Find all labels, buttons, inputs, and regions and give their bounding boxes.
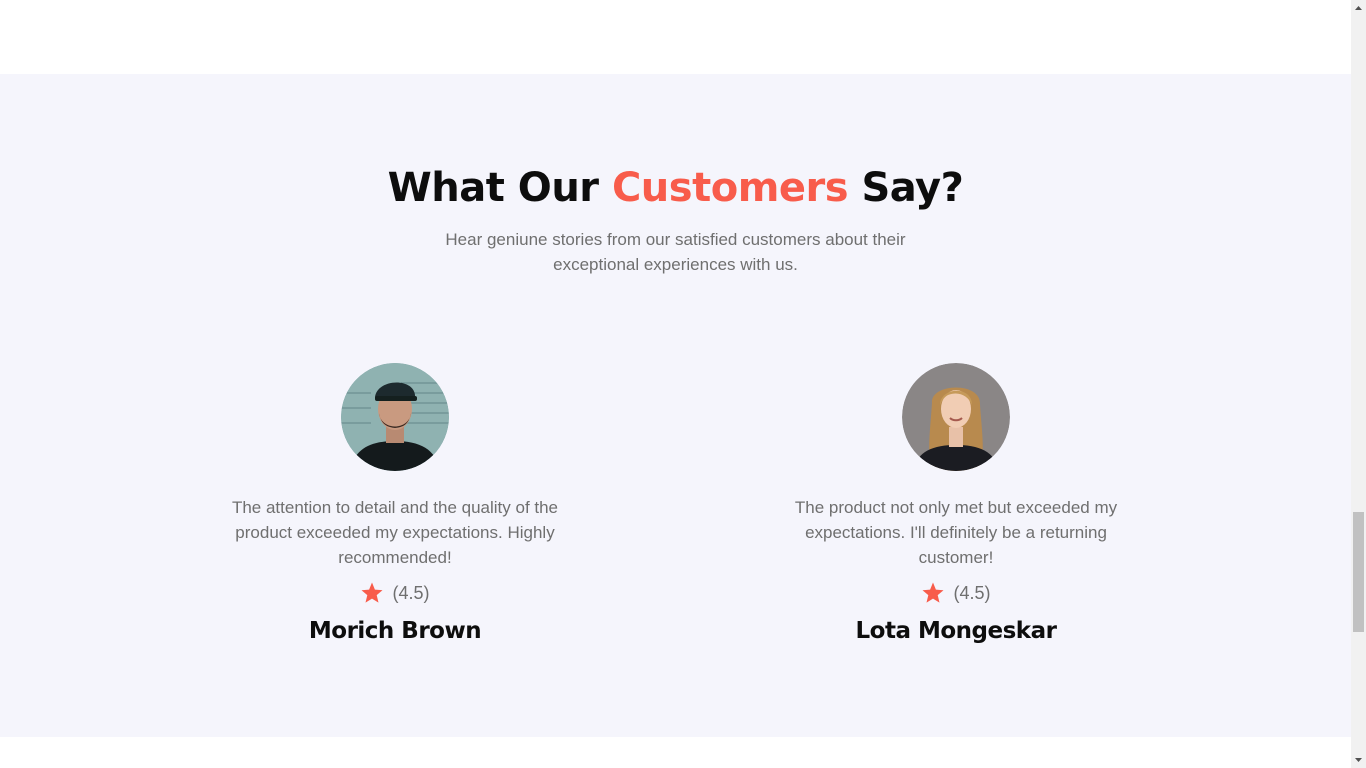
rating: (4.5) bbox=[215, 580, 575, 606]
page: What Our Customers Say? Hear geniune sto… bbox=[0, 0, 1351, 768]
section-subtitle: Hear geniune stories from our satisfied … bbox=[445, 230, 906, 274]
heading-accent-text: Customers bbox=[611, 165, 849, 211]
testimonial-quote: The attention to detail and the quality … bbox=[231, 498, 559, 567]
testimonial-card: The attention to detail and the quality … bbox=[215, 363, 575, 644]
rating-value: (4.5) bbox=[392, 582, 430, 603]
rating: (4.5) bbox=[776, 580, 1136, 606]
scrollbar-thumb[interactable] bbox=[1353, 512, 1364, 632]
section-heading: What Our Customers Say? bbox=[0, 164, 1351, 212]
vertical-scrollbar[interactable] bbox=[1351, 0, 1366, 768]
rating-value: (4.5) bbox=[953, 582, 991, 603]
testimonial-quote: The product not only met but exceeded my… bbox=[794, 498, 1118, 567]
scroll-down-arrow-icon[interactable] bbox=[1351, 751, 1366, 768]
woman-avatar-icon bbox=[902, 363, 1010, 471]
heading-text-start: What Our bbox=[387, 165, 612, 211]
man-avatar-icon bbox=[341, 363, 449, 471]
scroll-up-arrow-icon[interactable] bbox=[1351, 0, 1366, 17]
testimonial-card: The product not only met but exceeded my… bbox=[776, 363, 1136, 644]
star-icon bbox=[922, 582, 944, 603]
star-icon bbox=[361, 582, 383, 603]
heading-text-end: Say? bbox=[848, 165, 964, 211]
customer-name: Morich Brown bbox=[308, 618, 482, 644]
customer-name: Lota Mongeskar bbox=[855, 618, 1057, 644]
